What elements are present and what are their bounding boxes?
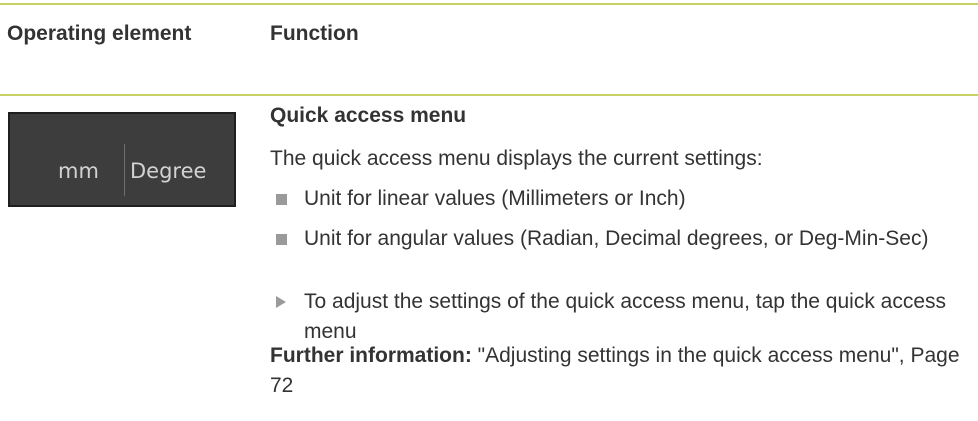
column-header-function: Function xyxy=(270,22,359,45)
square-bullet-icon xyxy=(276,184,287,214)
quick-access-menu-widget[interactable]: mm Degree xyxy=(8,112,236,207)
further-information: Further information: "Adjusting settings… xyxy=(270,341,970,401)
section-title: Quick access menu xyxy=(270,104,467,127)
triangle-arrow-icon xyxy=(276,287,286,317)
square-bullet-icon xyxy=(276,224,287,254)
list-item-text: Unit for angular values (Radian, Decimal… xyxy=(304,227,929,250)
table-top-rule xyxy=(0,3,978,5)
list-item-text: Unit for linear values (Millimeters or I… xyxy=(304,187,686,210)
column-header-operating-element: Operating element xyxy=(7,22,192,45)
angular-unit-label: Degree xyxy=(130,159,207,183)
action-text: To adjust the settings of the quick acce… xyxy=(304,290,947,343)
intro-text: The quick access menu displays the curre… xyxy=(270,147,763,170)
linear-unit-label: mm xyxy=(58,159,99,183)
table-header-rule xyxy=(0,94,978,96)
further-information-label: Further information: xyxy=(270,344,472,367)
unit-separator xyxy=(124,144,125,196)
